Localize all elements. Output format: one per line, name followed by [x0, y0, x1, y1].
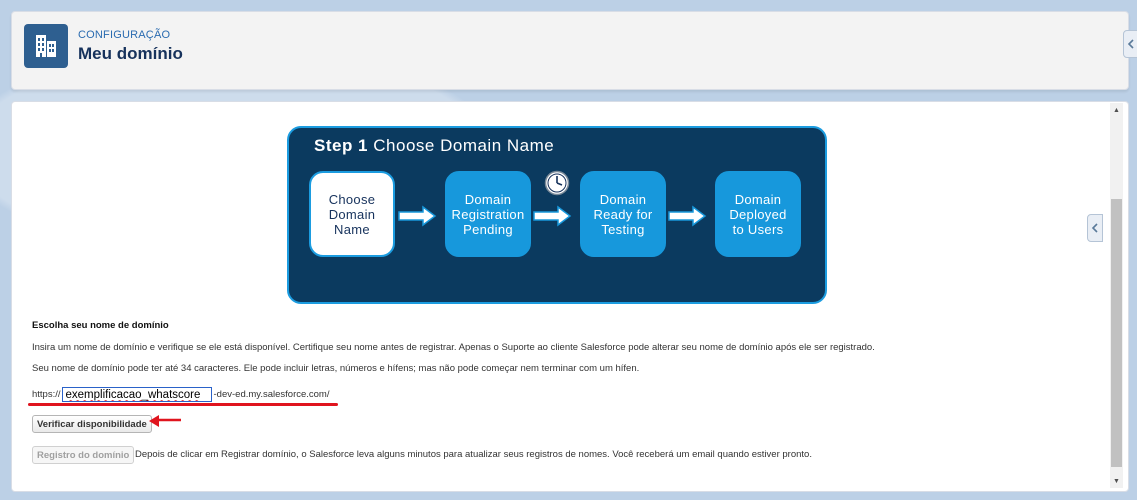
form-rules: Seu nome de domínio pode ter até 34 cara… — [32, 363, 640, 374]
register-domain-button[interactable]: Registro do domínio — [32, 446, 135, 464]
form-heading: Escolha seu nome de domínio — [32, 320, 169, 331]
step-label: Step 1 — [314, 136, 369, 155]
chevron-left-icon — [1091, 223, 1098, 233]
scroll-up-arrow-icon[interactable]: ▲ — [1110, 103, 1123, 117]
diagram-title: Step 1 Choose Domain Name — [314, 136, 554, 156]
arrow-right-icon — [668, 205, 707, 227]
stage-registration-pending: Domain Registration Pending — [445, 171, 531, 257]
page-title: Meu domínio — [78, 44, 183, 63]
stage-choose-domain: Choose Domain Name — [309, 171, 395, 257]
scroll-down-arrow-icon[interactable]: ▼ — [1110, 474, 1123, 488]
vertical-scrollbar[interactable]: ▲ ▼ — [1110, 103, 1123, 488]
stage-label-line: to Users — [732, 221, 784, 237]
chevron-left-icon — [1127, 39, 1134, 49]
domain-steps-diagram: Step 1 Choose Domain Name Choose Domain … — [287, 126, 827, 304]
domain-url-row: https:// -dev-ed.my.salesforce.com/ — [32, 387, 330, 402]
check-availability-button[interactable]: Verificar disponibilidade — [32, 415, 152, 433]
clock-icon — [544, 170, 570, 196]
annotation-arrow-icon — [149, 415, 181, 427]
stage-label-line: Deployed — [729, 206, 787, 222]
stage-label-line: Choose — [328, 191, 376, 207]
collapse-panel-toggle[interactable] — [1087, 214, 1103, 242]
stage-label-line: Ready for — [593, 206, 653, 222]
stage-label-line: Domain — [599, 191, 647, 207]
stage-label-line: Domain — [328, 206, 376, 222]
form-instruction: Insira um nome de domínio e verifique se… — [32, 342, 875, 353]
page-header: CONFIGURAÇÃO Meu domínio — [11, 11, 1129, 90]
arrow-right-icon — [398, 205, 437, 227]
domain-name-input[interactable] — [61, 387, 212, 402]
register-note: Depois de clicar em Registrar domínio, o… — [135, 449, 812, 460]
url-suffix: -dev-ed.my.salesforce.com/ — [213, 389, 330, 400]
stage-label-line: Registration — [451, 206, 525, 222]
scroll-thumb[interactable] — [1111, 199, 1122, 467]
stage-deployed-to-users: Domain Deployed to Users — [715, 171, 801, 257]
stage-label-line: Pending — [463, 221, 513, 237]
stage-label-line: Testing — [601, 221, 645, 237]
stage-label-line: Domain — [734, 191, 782, 207]
building-icon — [24, 24, 68, 68]
stage-ready-for-testing: Domain Ready for Testing — [580, 171, 666, 257]
stage-label-line: Name — [334, 221, 370, 237]
url-prefix: https:// — [32, 389, 61, 400]
step-title: Choose Domain Name — [373, 136, 555, 155]
arrow-right-icon — [533, 205, 572, 227]
side-panel-toggle[interactable] — [1123, 30, 1137, 58]
header-eyebrow: CONFIGURAÇÃO — [78, 29, 171, 41]
stage-label-line: Domain — [464, 191, 512, 207]
annotation-underline — [28, 403, 338, 406]
